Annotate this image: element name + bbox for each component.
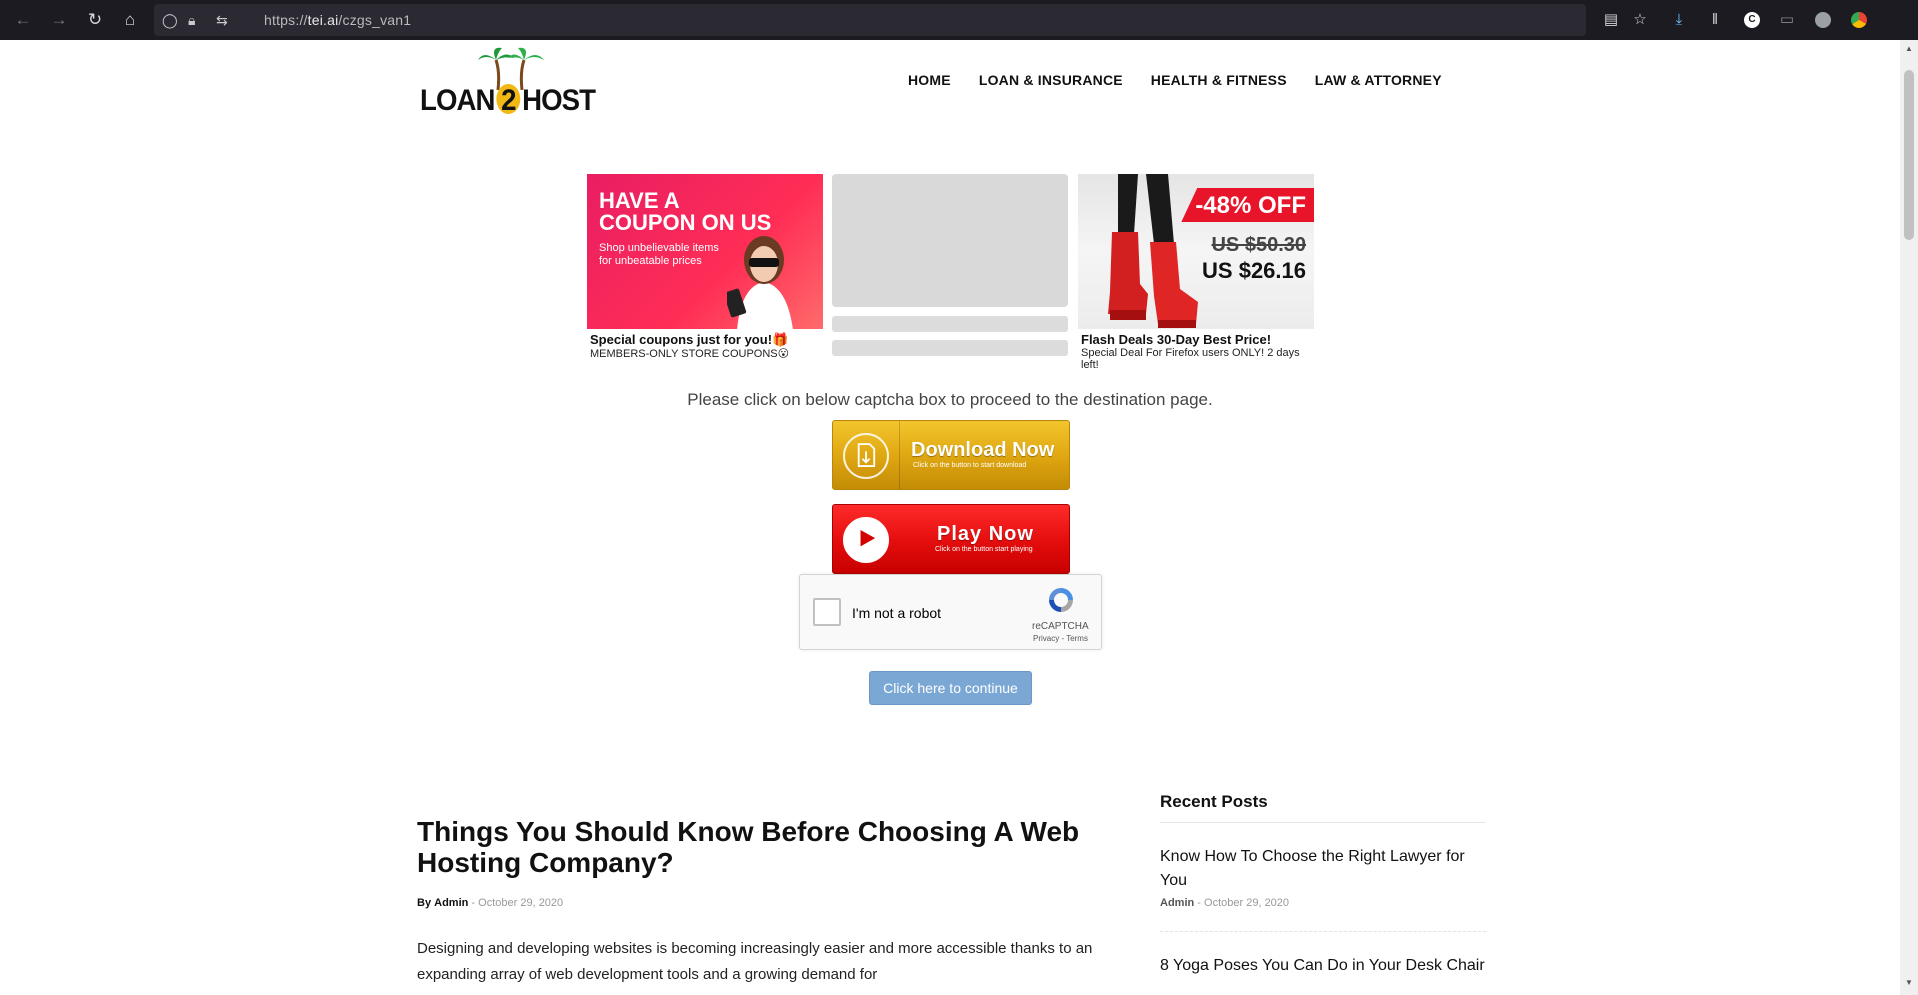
recent-post-title[interactable]: Know How To Choose the Right Lawyer for … [1160,845,1486,893]
coupon-ad-image[interactable]: HAVE A COUPON ON US Shop unbelievable ite… [587,174,823,329]
bookmark-star-icon[interactable]: ☆ [1629,9,1651,31]
home-icon[interactable]: ⌂ [119,9,141,31]
recent-posts-sidebar: Recent Posts Know How To Choose the Righ… [1160,792,1486,978]
coupon-ad[interactable]: HAVE A COUPON ON US Shop unbelievable ite… [587,174,823,360]
deal-ad[interactable]: -48% OFF US $50.30 US $26.16 Flash Deals… [1078,174,1314,371]
reload-icon[interactable]: ↻ [84,9,106,31]
library-icon[interactable]: ‖ [1704,9,1726,31]
download-now-label: Download Now [911,439,1055,461]
scroll-down-icon[interactable]: ▼ [1903,978,1915,990]
article-author[interactable]: Admin [434,897,468,909]
shield-icon[interactable]: ◯ [162,10,178,30]
recaptcha-checkbox[interactable] [813,598,841,626]
recent-post-author[interactable]: Admin [1160,897,1194,909]
deal-ad-subtitle: Special Deal For Firefox users ONLY! 2 d… [1081,347,1300,371]
recent-post-date: October 29, 2020 [1204,897,1290,909]
discount-badge: -48% OFF [1181,188,1314,222]
nav-law-attorney[interactable]: LAW & ATTORNEY [1315,72,1442,88]
recaptcha-brand: reCAPTCHA [1032,621,1089,632]
recaptcha-logo-icon [1049,588,1073,612]
logo-wordmark: LOAN 2 HOST [420,84,596,117]
deal-ad-title[interactable]: Flash Deals 30-Day Best Price! [1078,332,1314,347]
placeholder-ad [832,174,1068,356]
recaptcha-widget: I'm not a robot reCAPTCHA Privacy - Term… [799,574,1102,650]
coupon-ad-subtitle: MEMBERS-ONLY STORE COUPONS😮 [590,348,790,360]
captcha-instruction: Please click on below captcha box to pro… [687,390,1213,409]
article-excerpt: Designing and developing websites is bec… [417,940,1093,983]
old-price: US $50.30 [1211,234,1306,256]
page-scrollbar[interactable]: ▲ ▼ [1900,40,1918,995]
nav-health-fitness[interactable]: HEALTH & FITNESS [1151,72,1287,88]
recaptcha-links[interactable]: Privacy - Terms [1033,634,1088,643]
download-now-button[interactable]: Download Now Click on the button to star… [832,420,1070,490]
recent-post-item: 8 Yoga Poses You Can Do in Your Desk Cha… [1160,954,1486,978]
article-title[interactable]: Things You Should Know Before Choosing A… [417,816,1107,878]
extension-window-icon[interactable]: ▭ [1776,9,1798,31]
recent-post-item: Know How To Choose the Right Lawyer for … [1160,845,1486,909]
forward-icon[interactable]: → [48,9,70,31]
recent-post-title[interactable]: 8 Yoga Poses You Can Do in Your Desk Cha… [1160,954,1486,978]
main-nav: HOME LOAN & INSURANCE HEALTH & FITNESS L… [908,72,1442,88]
post-divider [1160,931,1486,932]
permissions-icon[interactable]: ⇆ [216,10,228,30]
back-icon[interactable]: ← [12,9,34,31]
placeholder-ad-image [832,174,1068,307]
download-icon[interactable]: ⤓ [1668,9,1690,31]
extension-color-icon[interactable] [1851,12,1867,28]
coupon-ad-title[interactable]: Special coupons just for you!🎁 [587,332,823,348]
address-bar[interactable]: ◯ 🔒︎ ⇆ https://tei.ai/czgs_van1 [154,4,1586,36]
button-divider [899,421,900,489]
coupon-ad-subtext: Shop unbelievable items for unbeatable pr… [599,242,719,267]
continue-button[interactable]: Click here to continue [869,671,1032,705]
red-boots-icon [1108,174,1198,328]
recent-post-meta: Admin - October 29, 2020 [1160,897,1486,909]
nav-home[interactable]: HOME [908,72,951,88]
site-logo[interactable]: LOAN 2 HOST [420,46,596,118]
article-date: October 29, 2020 [478,897,564,909]
scroll-up-icon[interactable]: ▲ [1903,44,1915,56]
article-meta: By Admin - October 29, 2020 [417,897,563,909]
recaptcha-label: I'm not a robot [852,605,942,621]
url-text[interactable]: https://tei.ai/czgs_van1 [264,12,411,28]
model-photo-icon [727,236,793,329]
lock-icon[interactable]: 🔒︎ [188,10,195,30]
deal-ad-image[interactable]: -48% OFF US $50.30 US $26.16 [1078,174,1314,329]
browser-toolbar: ← → ↻ ⌂ ◯ 🔒︎ ⇆ https://tei.ai/czgs_van1 … [0,0,1918,40]
extension-profile-icon[interactable] [1815,12,1831,28]
play-icon [843,517,889,563]
nav-loan-insurance[interactable]: LOAN & INSURANCE [979,72,1123,88]
recent-posts-heading: Recent Posts [1160,792,1486,823]
new-price: US $26.16 [1202,258,1306,283]
play-now-sublabel: Click on the button start playing [935,546,1033,553]
placeholder-ad-line [832,340,1068,356]
placeholder-ad-line [832,316,1068,332]
article-by: By [417,897,432,909]
scrollbar-thumb[interactable] [1904,70,1914,240]
extension-c-icon[interactable]: C [1744,12,1760,28]
download-now-sublabel: Click on the button to start download [913,462,1027,469]
document-download-icon [843,433,889,479]
play-now-label: Play Now [937,523,1034,545]
reader-view-icon[interactable]: ▤ [1600,9,1622,31]
play-now-button[interactable]: Play Now Click on the button start playi… [832,504,1070,574]
